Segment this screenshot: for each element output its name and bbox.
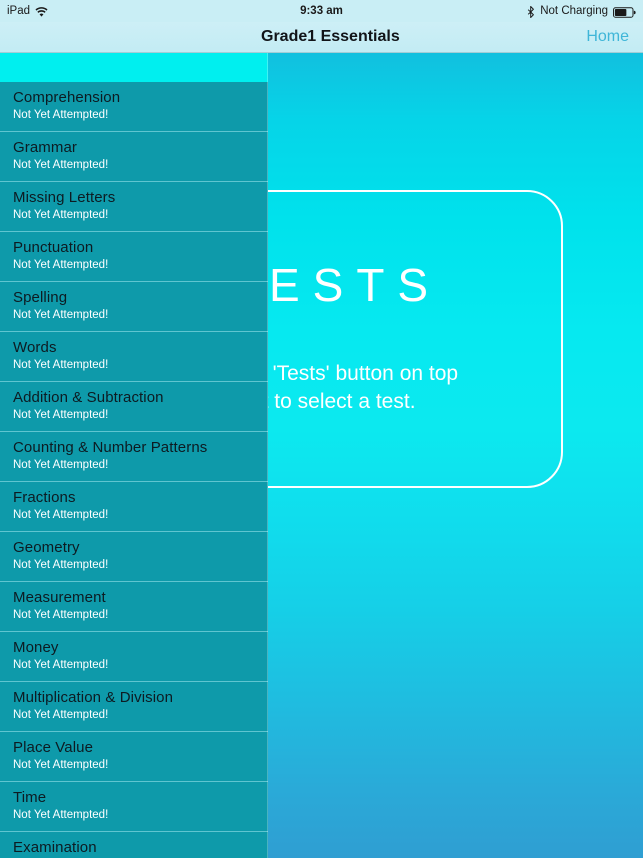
bluetooth-icon [527, 5, 535, 19]
test-item-name: Multiplication & Division [13, 689, 174, 706]
test-list-item[interactable]: Punctuation Not Yet Attempted! [0, 232, 268, 282]
test-list-item[interactable]: Time Not Yet Attempted! [0, 782, 268, 832]
test-list-item[interactable]: Comprehension Not Yet Attempted! [0, 82, 268, 132]
test-item-name: Punctuation [13, 239, 94, 256]
charging-status: Not Charging [540, 5, 608, 17]
test-item-status: Not Yet Attempted! [13, 309, 109, 321]
test-item-name: Fractions [13, 489, 76, 506]
test-list-item[interactable]: Fractions Not Yet Attempted! [0, 482, 268, 532]
test-item-name: Grammar [13, 139, 78, 156]
test-list-item[interactable]: Place Value Not Yet Attempted! [0, 732, 268, 782]
test-item-status: Not Yet Attempted! [13, 409, 109, 421]
test-list-item[interactable]: Geometry Not Yet Attempted! [0, 532, 268, 582]
test-item-name: Words [13, 339, 57, 356]
test-item-status: Not Yet Attempted! [13, 509, 109, 521]
test-item-name: Counting & Number Patterns [13, 439, 208, 456]
test-list[interactable]: Comprehension Not Yet Attempted! Grammar No… [0, 82, 268, 858]
sidebar-pane: Comprehension Not Yet Attempted! Grammar No… [0, 0, 268, 858]
test-list-item[interactable]: Measurement Not Yet Attempted! [0, 582, 268, 632]
test-item-name: Place Value [13, 739, 94, 756]
test-item-name: Spelling [13, 289, 68, 306]
test-item-name: Measurement [13, 589, 106, 606]
sidebar-accent-band [0, 52, 268, 82]
test-item-status: Not Yet Attempted! [13, 109, 109, 121]
test-item-status: Not Yet Attempted! [13, 759, 109, 771]
test-item-status: Not Yet Attempted! [13, 209, 109, 221]
test-item-name: Addition & Subtraction [13, 389, 164, 406]
test-item-status: Not Yet Attempted! [13, 259, 109, 271]
app-screen: TESTS Tap the 'Tests' button on top left… [0, 0, 643, 858]
test-item-name: Money [13, 639, 59, 656]
test-list-item[interactable]: Missing Letters Not Yet Attempted! [0, 182, 268, 232]
test-list-item[interactable]: Spelling Not Yet Attempted! [0, 282, 268, 332]
test-list-item[interactable]: Counting & Number Patterns Not Yet Attemp… [0, 432, 268, 482]
test-list-item[interactable]: Money Not Yet Attempted! [0, 632, 268, 682]
test-item-status: Not Yet Attempted! [13, 609, 109, 621]
home-button[interactable]: Home [586, 22, 629, 52]
battery-icon [613, 6, 636, 18]
test-list-item[interactable]: Words Not Yet Attempted! [0, 332, 268, 382]
test-item-status: Not Yet Attempted! [13, 559, 109, 571]
test-item-status: Not Yet Attempted! [13, 359, 109, 371]
test-item-name: Geometry [13, 539, 80, 556]
test-item-status: Not Yet Attempted! [13, 659, 109, 671]
test-item-status: Not Yet Attempted! [13, 459, 109, 471]
test-item-name: Time [13, 789, 47, 806]
test-item-name: Missing Letters [13, 189, 116, 206]
test-item-status: Not Yet Attempted! [13, 159, 109, 171]
test-list-item[interactable]: Multiplication & Division Not Yet Attempt… [0, 682, 268, 732]
test-item-status: Not Yet Attempted! [13, 809, 109, 821]
status-bar-right: Not Charging [527, 5, 636, 19]
status-bar: iPad 9:33 am Not Charging [0, 0, 643, 22]
test-list-item[interactable]: Addition & Subtraction Not Yet Attempted! [0, 382, 268, 432]
test-item-name: Comprehension [13, 89, 121, 106]
detail-nav-bar: Grade1 Essentials Home [0, 22, 643, 53]
detail-title: Grade1 Essentials [261, 28, 400, 45]
sidebar-divider [267, 52, 268, 858]
test-item-name: Examination [13, 839, 97, 856]
test-list-item[interactable]: ExaminationNot Yet Attempted! [0, 832, 268, 858]
test-list-item[interactable]: Grammar Not Yet Attempted! [0, 132, 268, 182]
test-item-status: Not Yet Attempted! [13, 709, 109, 721]
